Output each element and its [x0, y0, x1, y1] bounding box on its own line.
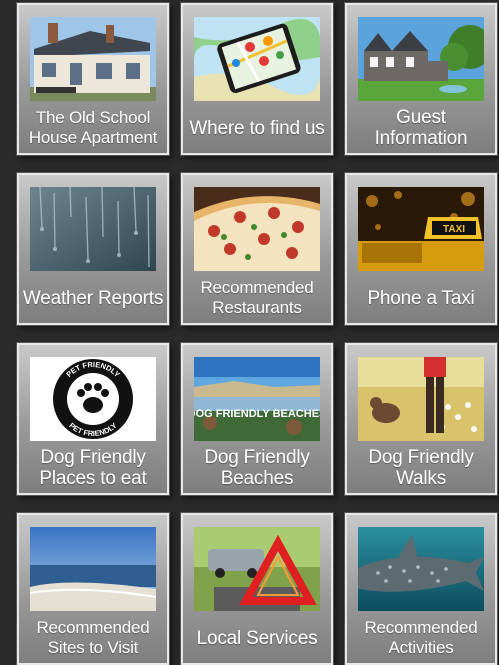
tile-local-services[interactable]: Local Services	[181, 513, 333, 665]
tile-phone-a-taxi[interactable]: TAXI Phone a Taxi	[345, 173, 497, 325]
tile-label: Recommended Sites to Visit	[36, 618, 150, 657]
pet-friendly-badge: PET FRIENDLY PET FRIENDLY	[30, 357, 156, 441]
svg-text:TAXI: TAXI	[443, 224, 465, 235]
coast-photo	[30, 527, 156, 611]
map-phone-photo	[194, 17, 320, 101]
warning-triangle-photo	[194, 527, 320, 611]
house-photo	[30, 17, 156, 101]
tile-grid: The Old School House Apartment Where to …	[0, 0, 499, 665]
rain-window-photo	[30, 187, 156, 271]
beach-photo: DOG FRIENDLY BEACHES	[194, 357, 320, 441]
tile-label: Dog Friendly Places to eat	[39, 447, 147, 489]
tile-label: Local Services	[196, 627, 318, 649]
beach-overlay-text: DOG FRIENDLY BEACHES	[194, 408, 320, 420]
tile-weather-reports[interactable]: Weather Reports	[17, 173, 169, 325]
tile-recommended-activities[interactable]: Recommended Activities	[345, 513, 497, 665]
taxi-sign-photo: TAXI	[358, 187, 484, 271]
tile-dog-friendly-walks[interactable]: Dog Friendly Walks	[345, 343, 497, 495]
shark-photo	[358, 527, 484, 611]
tile-recommended-sites-to-visit[interactable]: Recommended Sites to Visit	[17, 513, 169, 665]
cottage-photo	[358, 17, 484, 101]
tile-old-school-house[interactable]: The Old School House Apartment	[17, 3, 169, 155]
pizza-photo	[194, 187, 320, 271]
tile-where-to-find-us[interactable]: Where to find us	[181, 3, 333, 155]
tile-label: Guest Information	[374, 107, 468, 149]
tile-label: Dog Friendly Walks	[368, 447, 474, 489]
tile-recommended-restaurants[interactable]: Recommended Restaurants	[181, 173, 333, 325]
tile-label: Dog Friendly Beaches	[204, 447, 310, 489]
tile-dog-friendly-beaches[interactable]: DOG FRIENDLY BEACHES Dog Friendly Beache…	[181, 343, 333, 495]
tile-label: Recommended Restaurants	[200, 278, 314, 317]
tile-dog-friendly-places-to-eat[interactable]: PET FRIENDLY PET FRIENDLY Dog Friendly P…	[17, 343, 169, 495]
tile-label: The Old School House Apartment	[28, 108, 158, 147]
dog-walk-photo	[358, 357, 484, 441]
tile-label: Where to find us	[189, 117, 325, 139]
tile-label: Recommended Activities	[364, 618, 478, 657]
tile-label: Weather Reports	[22, 287, 164, 309]
tile-guest-information[interactable]: Guest Information	[345, 3, 497, 155]
tile-label: Phone a Taxi	[367, 287, 475, 309]
